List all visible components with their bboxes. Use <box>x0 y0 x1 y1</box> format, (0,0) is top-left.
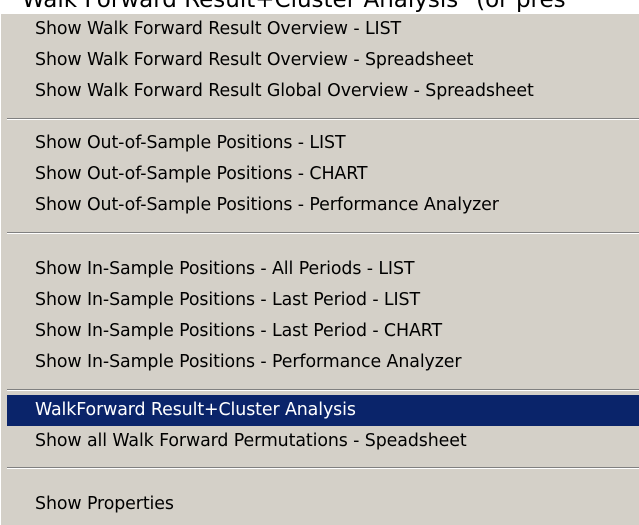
menu-item-out-of-sample-positions-performance-analyzer[interactable]: Show Out-of-Sample Positions - Performan… <box>7 190 639 221</box>
menu-separator <box>7 232 639 234</box>
menu-item-in-sample-positions-last-period-list[interactable]: Show In-Sample Positions - Last Period -… <box>7 285 639 316</box>
menu-item-walk-forward-result-overview-spreadsheet[interactable]: Show Walk Forward Result Overview - Spre… <box>7 45 639 76</box>
menu-item-all-walk-forward-permutations-spreadsheet[interactable]: Show all Walk Forward Permutations - Spe… <box>7 426 639 457</box>
menu-separator <box>7 118 639 120</box>
menu-item-walk-forward-result-global-overview-spreadsheet[interactable]: Show Walk Forward Result Global Overview… <box>7 76 639 107</box>
menu-item-show-properties[interactable]: Show Properties <box>7 489 639 520</box>
partial-document-text: Walk Forward Result+Cluster Analysis" (o… <box>0 0 639 14</box>
menu-item-out-of-sample-positions-chart[interactable]: Show Out-of-Sample Positions - CHART <box>7 159 639 190</box>
menu-item-walkforward-result-cluster-analysis[interactable]: WalkForward Result+Cluster Analysis <box>7 395 639 426</box>
partial-title-text: Walk Forward Result+Cluster Analysis" (o… <box>22 0 566 13</box>
menu-item-in-sample-positions-last-period-chart[interactable]: Show In-Sample Positions - Last Period -… <box>7 316 639 347</box>
context-menu: Show Walk Forward Result Overview - LIST… <box>0 14 639 525</box>
menu-separator <box>7 467 639 469</box>
menu-item-in-sample-positions-all-periods-list[interactable]: Show In-Sample Positions - All Periods -… <box>7 254 639 285</box>
menu-item-in-sample-positions-performance-analyzer[interactable]: Show In-Sample Positions - Performance A… <box>7 347 639 378</box>
menu-separator <box>7 389 639 391</box>
menu-item-walk-forward-result-overview-list[interactable]: Show Walk Forward Result Overview - LIST <box>7 14 639 45</box>
menu-item-out-of-sample-positions-list[interactable]: Show Out-of-Sample Positions - LIST <box>7 128 639 159</box>
